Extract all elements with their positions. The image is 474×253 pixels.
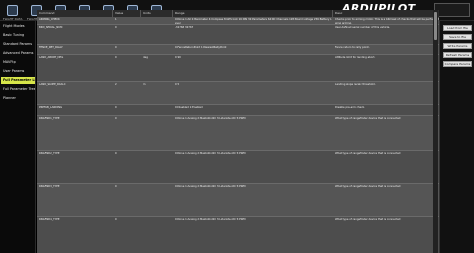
param-description: Disable pre-arm check. xyxy=(335,106,366,109)
param-name: PREFAB_LANDING xyxy=(39,106,63,109)
table-row[interactable]: ARMING_CHECK 1 0:None 1:All 2:Barometer 4:… xyxy=(37,17,439,25)
param-value[interactable]: 0 xyxy=(113,152,141,156)
table-row[interactable]: RNGFND3_TYPE 0 0:None 1:Analog 2:MaxbotixI… xyxy=(37,184,439,217)
param-range: 0 5 xyxy=(175,83,180,86)
param-units: m xyxy=(143,83,146,86)
param-name: RNGFND4_TYPE xyxy=(39,218,60,221)
param-name: RNGFND3_TYPE xyxy=(39,185,60,188)
param-units: deg xyxy=(143,56,148,59)
column-header[interactable]: Value xyxy=(113,10,141,17)
param-value[interactable]: 0 xyxy=(113,56,141,60)
connection-panel[interactable] xyxy=(434,3,470,17)
table-row[interactable]: FENCE_RET_RALLY 0 0:FenceReturnPoint 1:Nea… xyxy=(37,45,439,55)
param-range: 0:None 1:Analog 2:MaxbotixI2C 3:LidarLit… xyxy=(175,152,246,155)
param-description: Landing slope recalc threshold. xyxy=(335,83,376,86)
column-header[interactable]: Command xyxy=(37,10,113,17)
param-description: What type of rangefinder device that is … xyxy=(335,152,401,155)
param-description: Fence return to rally point. xyxy=(335,46,370,49)
param-range: 0:FenceReturnPoint 1:NearestRallyPoint xyxy=(175,46,227,49)
param-range: 0:None 1:All 2:Barometer 4:Compass 8:GPS… xyxy=(175,18,332,24)
param-value[interactable]: 0 xyxy=(113,46,141,50)
parameter-table: CommandValueUnitsRangeDescFav ARMING_CHE… xyxy=(37,10,439,253)
param-name: BRD_SERIAL_NUM xyxy=(39,26,63,29)
param-description: Attitude limit for landing abort. xyxy=(335,56,376,59)
right-panel-button[interactable]: Load from file xyxy=(443,25,472,31)
param-range: 0:None 1:Analog 2:MaxbotixI2C 3:LidarLit… xyxy=(175,218,246,221)
param-description: What type of rangefinder device that is … xyxy=(335,117,401,120)
sidebar-item[interactable]: Advanced Params xyxy=(1,50,35,57)
sidebar-item[interactable]: User Params xyxy=(1,68,35,75)
sidebar-item[interactable]: Basic Tuning xyxy=(1,32,35,39)
vertical-scrollbar[interactable] xyxy=(433,10,438,253)
table-row[interactable]: RNGFND4_TYPE 0 0:None 1:Analog 2:MaxbotixI… xyxy=(37,217,439,253)
param-range: 0:None 1:Analog 2:MaxbotixI2C 3:LidarLit… xyxy=(175,117,246,120)
param-description: What type of rangefinder device that is … xyxy=(335,218,401,221)
toolbar-button-1[interactable] xyxy=(4,2,20,18)
param-value[interactable]: 0 xyxy=(113,185,141,189)
sidebar-item[interactable]: Flight Modes xyxy=(1,23,35,30)
right-panel-button[interactable]: Write Params xyxy=(443,43,472,49)
param-description: What type of rangefinder device that is … xyxy=(335,185,401,188)
right-panel: Load from file Save to file Write Params Re… xyxy=(439,21,474,253)
sidebar-item[interactable]: Planner xyxy=(1,95,35,102)
sidebar-item[interactable]: Full Parameter Tree xyxy=(1,86,35,93)
column-header[interactable]: Range xyxy=(173,10,333,17)
sidebar-item[interactable]: MAVFtp xyxy=(1,59,35,66)
param-value[interactable]: 1 xyxy=(113,18,141,22)
param-range: 0 90 xyxy=(175,56,181,59)
right-panel-button[interactable]: Refresh Params xyxy=(443,52,472,58)
param-range: -32768 32767 xyxy=(175,26,194,29)
sidebar: Flight Modes Basic Tuning Standard Params A… xyxy=(0,21,36,253)
right-panel-button[interactable]: Compare Params xyxy=(443,61,472,67)
table-header: CommandValueUnitsRangeDescFav xyxy=(37,10,439,17)
param-name: FENCE_RET_RALLY xyxy=(39,46,63,49)
param-range: 0:None 1:Analog 2:MaxbotixI2C 3:LidarLit… xyxy=(175,185,246,188)
param-name: LAND_SLOPE_RCALC xyxy=(39,83,66,86)
param-value[interactable]: 0 xyxy=(113,106,141,110)
scrollbar-thumb[interactable] xyxy=(434,12,437,40)
column-header[interactable]: Desc xyxy=(333,10,439,17)
param-value[interactable]: 0 xyxy=(113,26,141,30)
param-name: RNGFND1_TYPE xyxy=(39,117,60,120)
param-description: User-defined serial number of this vehic… xyxy=(335,26,391,29)
table-row[interactable]: LAND_ABORT_DEG 0 deg 0 90 Attitude limit for… xyxy=(37,55,439,82)
table-row[interactable]: RNGFND1_TYPE 0 0:None 1:Analog 2:MaxbotixI… xyxy=(37,116,439,151)
column-header[interactable]: Units xyxy=(141,10,173,17)
table-row[interactable]: RNGFND2_TYPE 0 0:None 1:Analog 2:MaxbotixI… xyxy=(37,151,439,184)
sidebar-item[interactable]: Standard Params xyxy=(1,41,35,48)
param-range: 0:Disabled 1:Enabled xyxy=(175,106,203,109)
param-value[interactable]: 0 xyxy=(113,218,141,222)
param-name: ARMING_CHECK xyxy=(39,18,60,21)
table-row[interactable]: PREFAB_LANDING 0 0:Disabled 1:Enabled Disab… xyxy=(37,105,439,116)
param-name: RNGFND2_TYPE xyxy=(39,152,60,155)
table-row[interactable]: LAND_SLOPE_RCALC 2 m 0 5 Landing slope recal… xyxy=(37,82,439,105)
param-description: Checks prior to arming motor. This is a … xyxy=(335,18,439,24)
sidebar-item[interactable]: Full Parameter List xyxy=(1,77,35,84)
param-value[interactable]: 2 xyxy=(113,83,141,87)
param-value[interactable]: 0 xyxy=(113,117,141,121)
param-name: LAND_ABORT_DEG xyxy=(39,56,64,59)
right-panel-button[interactable]: Save to file xyxy=(443,34,472,40)
toolbar-icon xyxy=(6,4,18,16)
table-row[interactable]: BRD_SERIAL_NUM 0 -32768 32767 User-defined … xyxy=(37,25,439,45)
